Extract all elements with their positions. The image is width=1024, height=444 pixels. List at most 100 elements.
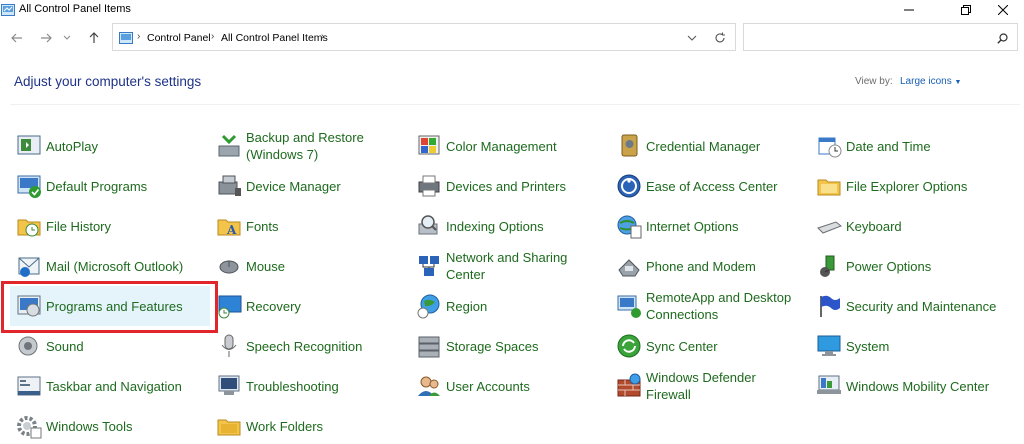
control-panel-item[interactable]: Device Manager <box>210 166 410 206</box>
control-panel-item-label[interactable]: Speech Recognition <box>246 338 362 355</box>
control-panel-item-label[interactable]: Troubleshooting <box>246 378 339 395</box>
address-history-button[interactable] <box>683 29 701 47</box>
control-panel-item-label[interactable]: Mail (Microsoft Outlook) <box>46 258 183 275</box>
control-panel-item[interactable]: Work Folders <box>210 406 410 444</box>
control-panel-item-label[interactable]: Recovery <box>246 298 301 315</box>
control-panel-item-label[interactable]: Taskbar and Navigation <box>46 378 182 395</box>
control-panel-item-label[interactable]: File Explorer Options <box>846 178 967 195</box>
control-panel-item-label[interactable]: Backup and Restore (Windows 7) <box>246 129 364 163</box>
forward-button[interactable] <box>36 28 56 48</box>
control-panel-item[interactable]: Date and Time <box>810 126 1010 166</box>
up-button[interactable] <box>84 28 104 48</box>
control-panel-item[interactable]: Internet Options <box>610 206 810 246</box>
control-panel-item-label[interactable]: File History <box>46 218 111 235</box>
control-panel-item-label[interactable]: Fonts <box>246 218 279 235</box>
control-panel-item[interactable]: Default Programs <box>10 166 210 206</box>
control-panel-item[interactable]: File Explorer Options <box>810 166 1010 206</box>
control-panel-item[interactable]: RemoteApp and Desktop Connections <box>610 286 810 326</box>
control-panel-icon <box>119 31 133 49</box>
control-panel-item[interactable]: Speech Recognition <box>210 326 410 366</box>
control-panel-item[interactable]: Region <box>410 286 610 326</box>
control-panel-item[interactable]: Backup and Restore (Windows 7) <box>210 126 410 166</box>
control-panel-item-label[interactable]: Mouse <box>246 258 285 275</box>
control-panel-item[interactable]: Ease of Access Center <box>610 166 810 206</box>
control-panel-item[interactable]: Windows Tools <box>10 406 210 444</box>
control-panel-item-label[interactable]: Sync Center <box>646 338 718 355</box>
view-by-dropdown[interactable]: Large icons ▼ <box>900 76 961 87</box>
breadcrumb-separator-icon[interactable]: › <box>211 31 214 42</box>
control-panel-item[interactable]: Power Options <box>810 246 1010 286</box>
control-panel-item-label[interactable]: RemoteApp and Desktop Connections <box>646 289 791 323</box>
control-panel-item[interactable]: Network and Sharing Center <box>410 246 610 286</box>
control-panel-item[interactable]: Indexing Options <box>410 206 610 246</box>
control-panel-item-label[interactable]: Windows Defender Firewall <box>646 369 756 403</box>
control-panel-item[interactable]: Mail (Microsoft Outlook) <box>10 246 210 286</box>
refresh-button[interactable] <box>711 29 729 47</box>
control-panel-item[interactable]: Taskbar and Navigation <box>10 366 210 406</box>
search-icon[interactable] <box>997 31 1008 49</box>
control-panel-item-label[interactable]: Default Programs <box>46 178 147 195</box>
control-panel-item-label[interactable]: Internet Options <box>646 218 739 235</box>
control-panel-item[interactable]: Security and Maintenance <box>810 286 1010 326</box>
control-panel-item[interactable]: Color Management <box>410 126 610 166</box>
ease-of-access-icon <box>615 172 643 200</box>
control-panel-item[interactable]: AutoPlay <box>10 126 210 166</box>
control-panel-item[interactable]: Phone and Modem <box>610 246 810 286</box>
control-panel-item-label[interactable]: Credential Manager <box>646 138 760 155</box>
control-panel-item-label[interactable]: Sound <box>46 338 84 355</box>
control-panel-item-label[interactable]: Ease of Access Center <box>646 178 778 195</box>
control-panel-item[interactable]: Sync Center <box>610 326 810 366</box>
control-panel-item[interactable]: File History <box>10 206 210 246</box>
minimize-button[interactable] <box>886 0 932 20</box>
breadcrumb-separator-icon[interactable]: › <box>321 31 324 42</box>
breadcrumb-separator-icon[interactable]: › <box>137 31 140 42</box>
power-options-icon <box>815 252 843 280</box>
control-panel-item-label[interactable]: Work Folders <box>246 418 323 435</box>
control-panel-item-label[interactable]: Network and Sharing Center <box>446 249 567 283</box>
search-box[interactable] <box>743 23 1018 51</box>
region-icon <box>415 292 443 320</box>
control-panel-item-label[interactable]: Phone and Modem <box>646 258 756 275</box>
network-icon <box>415 252 443 280</box>
close-button[interactable] <box>980 0 1024 20</box>
control-panel-item[interactable]: Mouse <box>210 246 410 286</box>
breadcrumb-all-items[interactable]: All Control Panel Items <box>221 32 328 44</box>
control-panel-item-label[interactable]: AutoPlay <box>46 138 98 155</box>
control-panel-item[interactable]: Credential Manager <box>610 126 810 166</box>
close-icon <box>998 5 1008 15</box>
search-input[interactable] <box>750 29 990 47</box>
back-button[interactable] <box>7 28 27 48</box>
control-panel-item-label[interactable]: Windows Tools <box>46 418 132 435</box>
refresh-icon <box>715 32 725 43</box>
control-panel-item-label[interactable]: Color Management <box>446 138 557 155</box>
control-panel-item-label[interactable]: Security and Maintenance <box>846 298 996 315</box>
control-panel-item[interactable]: Keyboard <box>810 206 1010 246</box>
control-panel-item[interactable]: Troubleshooting <box>210 366 410 406</box>
control-panel-item[interactable]: System <box>810 326 1010 366</box>
control-panel-item[interactable]: Storage Spaces <box>410 326 610 366</box>
control-panel-item-label[interactable]: Storage Spaces <box>446 338 539 355</box>
control-panel-item-label[interactable]: Date and Time <box>846 138 931 155</box>
control-panel-item[interactable]: Devices and Printers <box>410 166 610 206</box>
control-panel-item-label[interactable]: System <box>846 338 889 355</box>
address-bar[interactable]: › Control Panel › All Control Panel Item… <box>112 23 736 51</box>
control-panel-item[interactable]: User Accounts <box>410 366 610 406</box>
control-panel-item-label[interactable]: Indexing Options <box>446 218 544 235</box>
color-management-icon <box>415 132 443 160</box>
mouse-icon <box>215 252 243 280</box>
control-panel-item[interactable]: A Fonts <box>210 206 410 246</box>
recent-locations-button[interactable] <box>60 28 74 48</box>
mail-icon <box>15 252 43 280</box>
control-panel-item-label[interactable]: Devices and Printers <box>446 178 566 195</box>
control-panel-item-label[interactable]: User Accounts <box>446 378 530 395</box>
control-panel-item-label[interactable]: Keyboard <box>846 218 902 235</box>
work-folders-icon <box>215 412 243 440</box>
control-panel-item-label[interactable]: Region <box>446 298 487 315</box>
control-panel-item-label[interactable]: Windows Mobility Center <box>846 378 989 395</box>
breadcrumb-control-panel[interactable]: Control Panel <box>147 32 211 44</box>
control-panel-item-label[interactable]: Power Options <box>846 258 931 275</box>
control-panel-item[interactable]: Recovery <box>210 286 410 326</box>
control-panel-item[interactable]: Windows Defender Firewall <box>610 366 810 406</box>
control-panel-item[interactable]: Windows Mobility Center <box>810 366 1010 406</box>
control-panel-item-label[interactable]: Device Manager <box>246 178 341 195</box>
